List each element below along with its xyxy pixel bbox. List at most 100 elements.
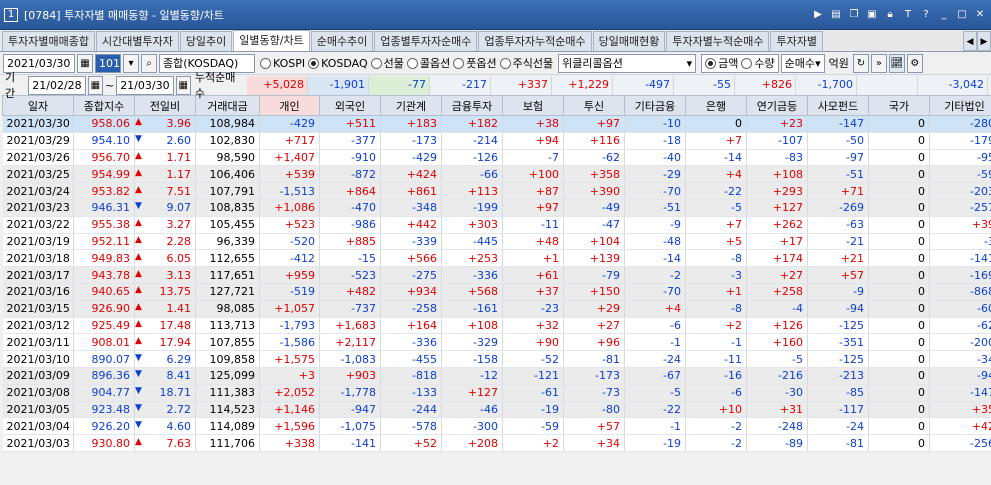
column-header[interactable]: 연기금등 xyxy=(746,95,808,116)
market-radio-4[interactable]: 풋옵션 xyxy=(453,55,497,71)
column-header[interactable]: 기관계 xyxy=(380,95,442,116)
table-row[interactable]: 2021/03/08 904.77 ▼ 18.71 111,383 +2,052 -1,77… xyxy=(2,384,991,402)
menu-icon[interactable]: ▤ xyxy=(829,8,843,22)
market-radio-0[interactable]: KOSPI xyxy=(260,55,305,71)
table-row[interactable]: 2021/03/09 896.36 ▼ 8.41 125,099 +3 +903 -818 -1… xyxy=(2,367,991,385)
refresh-icon[interactable]: ↻ xyxy=(852,53,869,73)
cell-net-buy: 0 xyxy=(868,417,930,436)
tab-5[interactable]: 업종별투자자순매수 xyxy=(374,31,478,51)
tab-8[interactable]: 투자자별누적순매수 xyxy=(666,31,770,51)
minimize-icon[interactable]: _ xyxy=(937,8,951,22)
table-row[interactable]: 2021/03/22 955.38 ▲ 3.27 105,455 +523 -986 +442… xyxy=(2,216,991,234)
table-row[interactable]: 2021/03/19 952.11 ▲ 2.28 96,339 -520 +885 -339-… xyxy=(2,233,991,251)
period-from-input[interactable]: 21/02/28 xyxy=(28,75,86,95)
cell-net-buy: -107 xyxy=(746,132,808,150)
tab-4[interactable]: 순매수추이 xyxy=(310,31,374,51)
table-row[interactable]: 2021/03/05 923.48 ▼ 2.72 114,523 +1,146 -947 -2… xyxy=(2,401,991,419)
table-row[interactable]: 2021/03/26 956.70 ▲ 1.71 98,590 +1,407 -910 -42… xyxy=(2,149,991,167)
cell-change: ▲ 1.17 xyxy=(134,165,196,184)
lock-icon[interactable]: 🔒︎ xyxy=(883,8,897,22)
calendar-to-icon[interactable]: ▦ xyxy=(175,75,191,95)
cell-index: 953.82 xyxy=(73,182,135,200)
market-radio-3[interactable]: 콜옵션 xyxy=(406,55,451,71)
cell-trading-value: 96,339 xyxy=(195,233,260,251)
tab-2[interactable]: 당일추이 xyxy=(179,31,233,51)
column-header[interactable]: 투신 xyxy=(563,95,625,116)
cell-net-buy: -51 xyxy=(807,165,869,184)
restore-icon[interactable]: ❐ xyxy=(847,8,861,22)
table-row[interactable]: 2021/03/10 890.07 ▼ 6.29 109,858 +1,575 -1,083… xyxy=(2,350,991,368)
tab-0[interactable]: 투자자별매매종합 xyxy=(2,31,95,51)
calendar-icon[interactable]: ▦ xyxy=(77,53,93,73)
cell-net-buy: -22 xyxy=(624,401,686,419)
cell-net-buy: 0 xyxy=(868,182,930,200)
table-row[interactable]: 2021/03/04 926.20 ▼ 4.60 114,089 +1,596 -1,075… xyxy=(2,417,991,436)
down-arrow-icon: ▼ xyxy=(135,134,142,145)
calendar-from-icon[interactable]: ▦ xyxy=(87,75,103,95)
column-header[interactable]: 금융투자 xyxy=(441,95,503,116)
cell-trading-value: 108,984 xyxy=(195,115,260,133)
market-radio-1[interactable]: KOSDAQ xyxy=(308,55,368,71)
column-header[interactable]: 기타법인 xyxy=(929,95,991,116)
amount-radio-0[interactable]: 금액 xyxy=(705,55,738,71)
tab-prev-icon[interactable]: ◀ xyxy=(963,31,977,51)
table-row[interactable]: 2021/03/29 954.10 ▼ 2.60 102,830 +717 -377 -173… xyxy=(2,132,991,150)
settings-icon[interactable]: ⚙ xyxy=(906,53,923,73)
period-to-input[interactable]: 21/03/30 xyxy=(116,75,174,95)
column-header[interactable]: 사모펀드 xyxy=(807,95,869,116)
maximize-icon[interactable]: □ xyxy=(955,8,969,22)
tab-3[interactable]: 일별동향/차트 xyxy=(233,30,310,51)
filter-row: 2021/03/30 ▦ 101 ▾ ⌕ 종합(KOSDAQ) KOSPI KOS… xyxy=(0,52,991,75)
title-bar-icons: ▶ ▤ ❐ ▣ 🔒︎ T ? _ □ ✕ xyxy=(811,8,987,22)
table-row[interactable]: 2021/03/11 908.01 ▲ 17.94 107,855 -1,586 +2,11… xyxy=(2,333,991,352)
search-icon[interactable]: ⌕ xyxy=(141,53,157,73)
cell-net-buy: -121 xyxy=(502,367,564,385)
radio-label: 콜옵션 xyxy=(419,57,451,70)
cell-index: 908.01 xyxy=(73,333,135,352)
column-header[interactable]: 외국인 xyxy=(319,95,381,116)
amount-radio-1[interactable]: 수량 xyxy=(741,55,775,71)
cell-net-buy: -19 xyxy=(624,434,686,452)
table-row[interactable]: 2021/03/03 930.80 ▲ 7.63 111,706 +338 -141 +52 +… xyxy=(2,434,991,452)
column-header[interactable]: 기타금융 xyxy=(624,95,686,116)
close-icon[interactable]: ✕ xyxy=(973,8,987,22)
dropdown-icon[interactable]: ▾ xyxy=(123,53,139,73)
net-type-select[interactable]: 순매수 ▾ xyxy=(780,53,825,73)
table-row[interactable]: 2021/03/25 954.99 ▲ 1.17 106,406 +539 -872 +424… xyxy=(2,165,991,184)
table-row[interactable]: 2021/03/17 943.78 ▲ 3.13 117,651 +959 -523 -275… xyxy=(2,266,991,284)
arrow-right-icon[interactable]: ▶ xyxy=(811,8,825,22)
tab-9[interactable]: 투자자별 xyxy=(770,31,823,51)
table-row[interactable]: 2021/03/18 949.83 ▲ 6.05 112,655 -412 -15 +566 +… xyxy=(2,249,991,268)
cell-net-buy: -23 xyxy=(502,300,564,318)
image-icon[interactable]: ▣ xyxy=(865,8,879,22)
column-header[interactable]: 전일비 xyxy=(134,95,196,116)
font-icon[interactable]: T xyxy=(901,8,915,22)
column-header[interactable]: 보험 xyxy=(502,95,564,116)
cell-net-buy: -11 xyxy=(502,216,564,234)
market-code-input[interactable]: 101 xyxy=(95,53,121,73)
radio-label: KOSDAQ xyxy=(321,56,368,70)
column-header[interactable]: 국가 xyxy=(868,95,930,116)
tab-1[interactable]: 시간대별투자자 xyxy=(95,31,179,51)
cell-index: 952.11 xyxy=(73,233,135,251)
market-radio-2[interactable]: 선물 xyxy=(370,55,404,71)
table-row[interactable]: 2021/03/16 940.65 ▲ 13.75 127,721 -519 +482 +93… xyxy=(2,283,991,301)
tab-7[interactable]: 당일매매현황 xyxy=(592,31,666,51)
market-radio-5[interactable]: 주식선물 xyxy=(499,55,553,71)
table-row[interactable]: 2021/03/12 925.49 ▲ 17.48 113,713 -1,793 +1,68… xyxy=(2,317,991,335)
table-row[interactable]: 2021/03/24 953.82 ▲ 7.51 107,791 -1,513 +864 +8… xyxy=(2,182,991,200)
chart-icon[interactable]: 📈︎ xyxy=(888,53,905,73)
tab-next-icon[interactable]: ▶ xyxy=(977,31,991,51)
cell-trading-value: 108,835 xyxy=(195,199,260,217)
column-header[interactable]: 개인 xyxy=(259,95,320,116)
column-header[interactable]: 은행 xyxy=(685,95,747,116)
cell-trading-value: 114,089 xyxy=(195,417,260,436)
option-select[interactable]: 위클리콜옵션 ▾ xyxy=(558,53,697,73)
next-page-icon[interactable]: » xyxy=(870,53,887,73)
tab-6[interactable]: 업종투자자누적순매수 xyxy=(478,31,592,51)
table-row[interactable]: 2021/03/15 926.90 ▲ 1.41 98,085 +1,057 -737 -25… xyxy=(2,300,991,318)
column-header[interactable]: 종합지수 xyxy=(73,95,135,116)
help-icon[interactable]: ? xyxy=(919,8,933,22)
table-row[interactable]: 2021/03/30 958.06 ▲ 3.96 108,984 -429 +511 +183… xyxy=(2,115,991,133)
table-row[interactable]: 2021/03/23 946.31 ▼ 9.07 108,835 +1,086 -470 -3… xyxy=(2,199,991,217)
